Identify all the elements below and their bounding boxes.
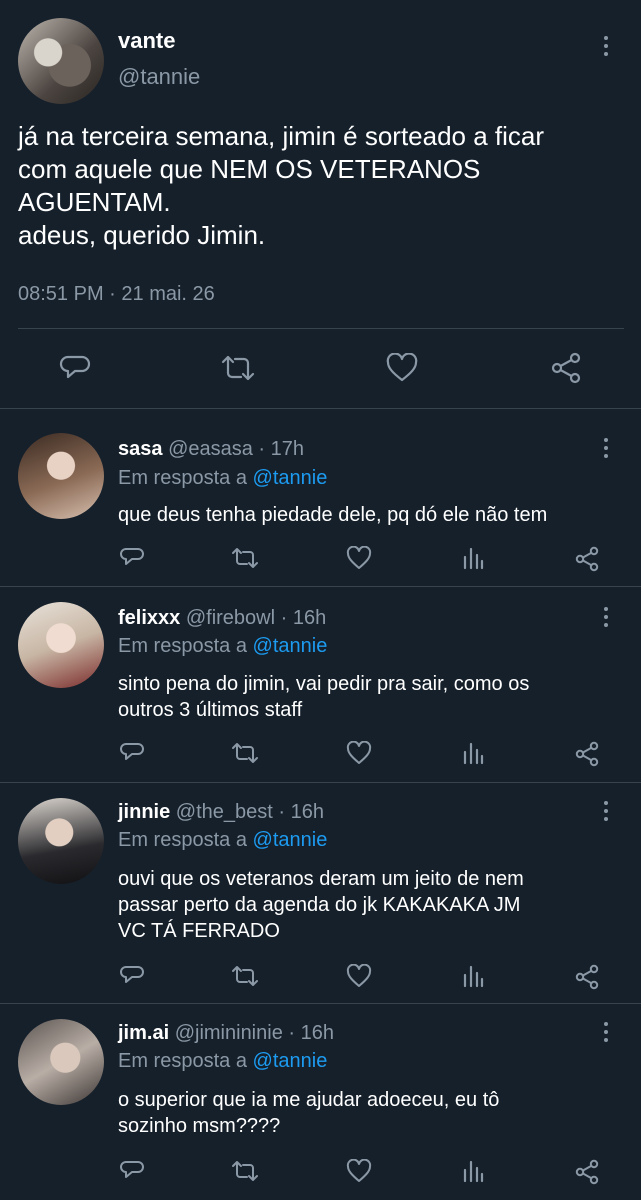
reply-age: 17h <box>270 438 305 460</box>
author-name[interactable]: jinnie <box>118 801 170 823</box>
reply-text-line: passar perto da agenda do jk KAKAKAKA JM <box>118 894 521 916</box>
meta-separator: · <box>272 801 291 823</box>
reply-icon[interactable] <box>118 740 146 766</box>
author-handle[interactable]: @easasa <box>168 438 253 460</box>
like-icon[interactable] <box>383 350 421 386</box>
reply-text-line: ouvi que os veteranos deram um jeito de … <box>118 868 524 890</box>
reply-age: 16h <box>292 607 327 629</box>
more-options-icon[interactable] <box>600 607 612 627</box>
tweet-text-line: AGUENTAM. <box>18 187 171 217</box>
reply-icon[interactable] <box>118 545 146 571</box>
avatar[interactable] <box>18 602 104 688</box>
reply-tweet[interactable]: jinnie @the_best · 16h Em resposta a @ta… <box>0 783 641 1004</box>
tweet-text-line: já na terceira semana, jimin é sorteado … <box>18 121 545 151</box>
reply-text: que deus tenha piedade dele, pq dó ele n… <box>118 502 618 528</box>
author-handle[interactable]: @tannie <box>118 64 200 90</box>
reply-prefix: Em resposta a <box>118 635 253 657</box>
reply-prefix: Em resposta a <box>118 467 253 489</box>
reply-header: sasa @easasa · 17h <box>118 438 304 461</box>
mention-link[interactable]: @tannie <box>253 829 328 851</box>
mention-link[interactable]: @tannie <box>253 635 328 657</box>
retweet-icon[interactable] <box>229 1158 261 1184</box>
meta-separator: · <box>252 438 271 460</box>
reply-header: jim.ai @jiminininie · 16h <box>118 1022 334 1045</box>
reply-text: sinto pena do jimin, vai pedir pra sair,… <box>118 671 618 723</box>
author-name[interactable]: sasa <box>118 438 163 460</box>
tweet-date: 21 mai. 26 <box>121 283 215 305</box>
analytics-icon[interactable] <box>461 963 485 989</box>
reply-icon[interactable] <box>118 963 146 989</box>
reply-icon[interactable] <box>118 1158 146 1184</box>
reply-text-line: sozinho msm???? <box>118 1115 281 1137</box>
share-icon[interactable] <box>573 963 601 991</box>
reply-text-line: que deus tenha piedade dele, pq dó ele n… <box>118 504 548 526</box>
reply-context: Em resposta a @tannie <box>118 829 327 852</box>
reply-tweet[interactable]: jim.ai @jiminininie · 16h Em resposta a … <box>0 1004 641 1200</box>
author-handle[interactable]: @the_best <box>176 801 273 823</box>
meta-separator: · <box>103 283 122 305</box>
author-name[interactable]: jim.ai <box>118 1022 169 1044</box>
author-handle[interactable]: @jiminininie <box>175 1022 283 1044</box>
reply-tweet[interactable]: felixxx @firebowl · 16h Em resposta a @t… <box>0 587 641 783</box>
like-icon[interactable] <box>345 740 373 766</box>
avatar[interactable] <box>18 798 104 884</box>
share-icon[interactable] <box>546 350 586 386</box>
author-handle[interactable]: @firebowl <box>186 607 275 629</box>
reply-prefix: Em resposta a <box>118 1050 253 1072</box>
more-options-icon[interactable] <box>600 1022 612 1042</box>
reply-text-line: sinto pena do jimin, vai pedir pra sair,… <box>118 673 530 695</box>
reply-text-line: outros 3 últimos staff <box>118 699 303 721</box>
main-tweet: vante @tannie já na terceira semana, jim… <box>0 0 641 409</box>
meta-separator: · <box>275 607 293 629</box>
tweet-text-line: adeus, querido Jimin. <box>18 220 266 250</box>
meta-separator: · <box>282 1022 301 1044</box>
retweet-icon[interactable] <box>229 963 261 989</box>
reply-tweet[interactable]: sasa @easasa · 17h Em resposta a @tannie… <box>0 409 641 587</box>
avatar[interactable] <box>18 18 104 104</box>
author-name[interactable]: felixxx <box>118 607 180 629</box>
more-options-icon[interactable] <box>600 438 612 458</box>
reply-text: ouvi que os veteranos deram um jeito de … <box>118 866 618 944</box>
analytics-icon[interactable] <box>461 740 485 766</box>
reply-text-line: o superior que ia me ajudar adoeceu, eu … <box>118 1089 500 1111</box>
reply-age: 16h <box>300 1022 334 1044</box>
share-icon[interactable] <box>573 545 601 573</box>
reply-header: jinnie @the_best · 16h <box>118 801 324 824</box>
tweet-time: 08:51 PM <box>18 283 104 305</box>
reply-icon[interactable] <box>56 350 94 386</box>
reply-text-line: VC TÁ FERRADO <box>118 920 280 942</box>
more-options-icon[interactable] <box>600 801 612 821</box>
share-icon[interactable] <box>573 740 601 768</box>
avatar[interactable] <box>18 1019 104 1105</box>
reply-context: Em resposta a @tannie <box>118 467 327 490</box>
retweet-icon[interactable] <box>229 545 261 571</box>
retweet-icon[interactable] <box>229 740 261 766</box>
more-options-icon[interactable] <box>600 36 612 56</box>
reply-text: o superior que ia me ajudar adoeceu, eu … <box>118 1087 618 1139</box>
like-icon[interactable] <box>345 1158 373 1184</box>
like-icon[interactable] <box>345 963 373 989</box>
divider <box>18 328 624 329</box>
mention-link[interactable]: @tannie <box>253 467 328 489</box>
reply-prefix: Em resposta a <box>118 829 253 851</box>
avatar[interactable] <box>18 433 104 519</box>
analytics-icon[interactable] <box>461 1158 485 1184</box>
tweet-text: já na terceira semana, jimin é sorteado … <box>18 120 628 252</box>
reply-context: Em resposta a @tannie <box>118 1050 327 1073</box>
analytics-icon[interactable] <box>461 545 485 571</box>
tweet-text-line: com aquele que NEM OS VETERANOS <box>18 154 481 184</box>
reply-age: 16h <box>290 801 324 823</box>
tweet-timestamp[interactable]: 08:51 PM · 21 mai. 26 <box>18 283 215 306</box>
mention-link[interactable]: @tannie <box>253 1050 328 1072</box>
reply-header: felixxx @firebowl · 16h <box>118 607 326 630</box>
retweet-icon[interactable] <box>218 350 258 386</box>
reply-context: Em resposta a @tannie <box>118 635 327 658</box>
share-icon[interactable] <box>573 1158 601 1186</box>
author-name[interactable]: vante <box>118 28 175 54</box>
like-icon[interactable] <box>345 545 373 571</box>
